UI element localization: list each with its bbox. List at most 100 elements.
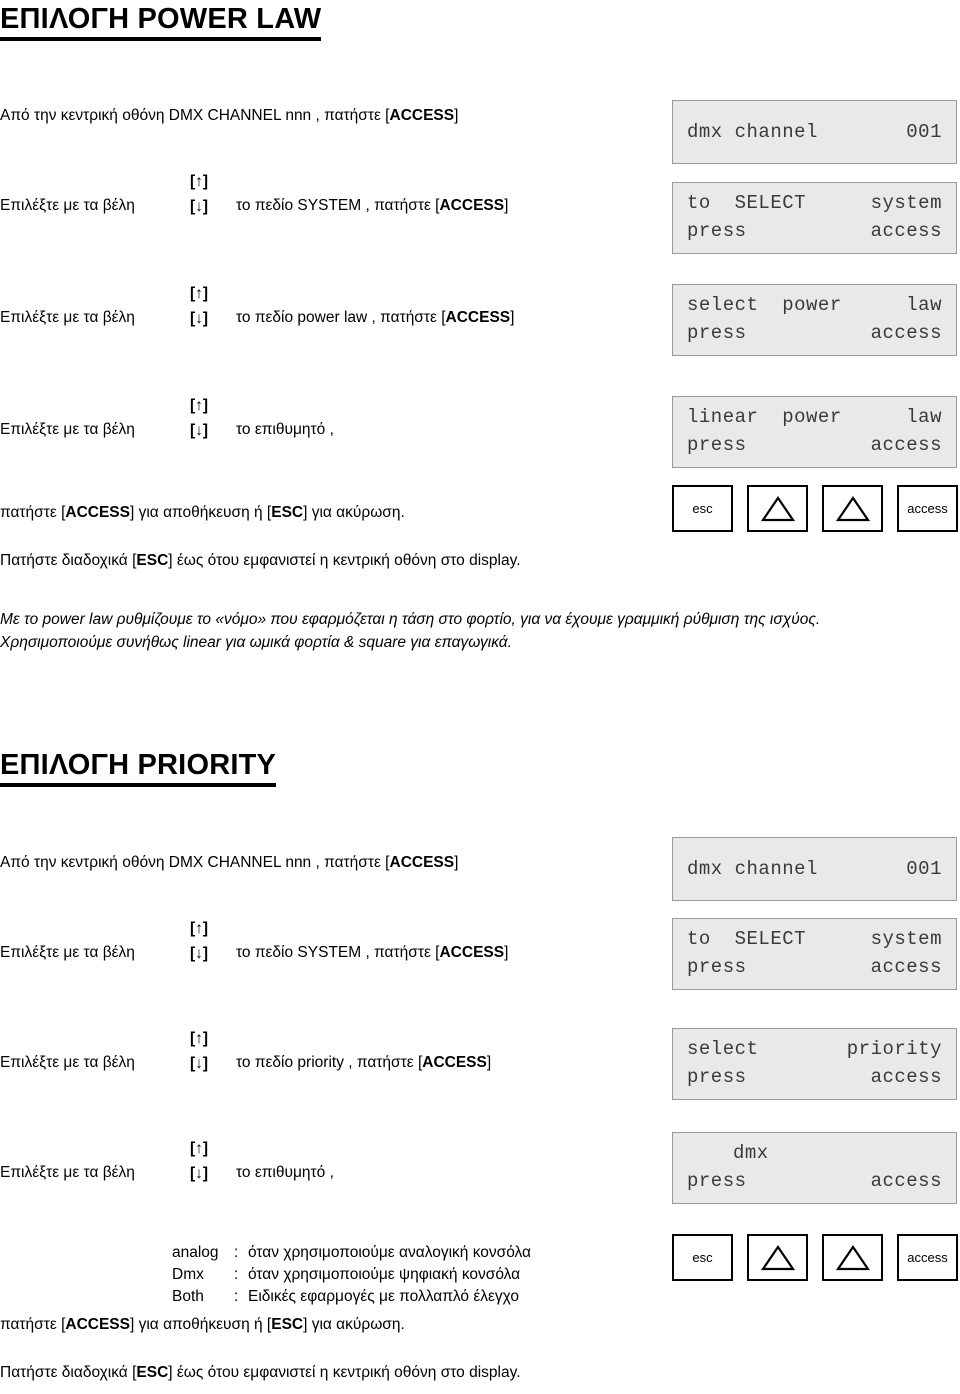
triangle-up-icon-2 — [835, 1244, 870, 1270]
step-lead-1-3: Επιλέξτε με τα βέλη — [0, 421, 135, 438]
legend-description: όταν χρησιμοποιούμε αναλογική κονσόλα — [248, 1244, 531, 1261]
triangle-up-icon-2 — [835, 495, 870, 521]
lcd-line-right: system — [870, 192, 942, 215]
step-lead-2-1: Επιλέξτε με τα βέλη — [0, 944, 135, 961]
access-button-label: access — [907, 501, 948, 516]
arrow-down-key: [↓] — [190, 422, 209, 439]
lcd-line-left: dmx channel — [687, 858, 818, 880]
arrow-up-key: [↑] — [190, 397, 209, 414]
step-body-2-1: το πεδίο SYSTEM , πατήστε [ACCESS] — [236, 943, 508, 962]
down-button[interactable] — [822, 485, 883, 532]
step-body-post: ] — [510, 309, 515, 326]
esc-button[interactable]: esc — [672, 485, 733, 532]
save-text-b: ] για αποθήκευση ή [ — [130, 504, 272, 521]
esc-button-label: esc — [692, 1250, 713, 1265]
legend-row-dmx: Dmx: όταν χρησιμοποιούμε ψηφιακή κονσόλα — [172, 1264, 531, 1286]
arrow-keys-2-1: [↑] [↓] — [190, 921, 230, 967]
up-button[interactable] — [747, 485, 808, 532]
legend-separator: : — [234, 1244, 239, 1261]
lcd-line-left: dmx — [733, 1142, 769, 1165]
lcd-line-right: access — [870, 1170, 942, 1192]
lcd-line-right: access — [870, 220, 942, 242]
access-button[interactable]: access — [897, 485, 958, 532]
intro-text-post: ] — [454, 107, 459, 124]
lcd-line-left: dmx channel — [687, 121, 818, 143]
lcd-line-right: access — [870, 1066, 942, 1088]
step-body-text: το πεδίο power law , πατήστε [ — [236, 309, 446, 326]
escape-line-2: Πατήστε διαδοχικά [ESC] έως ότου εμφανισ… — [0, 1363, 521, 1382]
step-lead-1-1: Επιλέξτε με τα βέλη — [0, 197, 135, 214]
lcd-line-right: system — [870, 928, 942, 951]
triangle-up-icon — [760, 495, 795, 521]
arrow-up-key: [↑] — [190, 285, 209, 302]
lcd-line-left: to SELECT — [687, 192, 807, 215]
step-body-1-2: το πεδίο power law , πατήστε [ACCESS] — [236, 308, 514, 327]
intro-text-post: ] — [454, 854, 459, 871]
step-body-text: το επιθυμητό , — [236, 1164, 334, 1181]
keypad-row-power-law: esc access — [672, 485, 958, 532]
arrow-up-key: [↑] — [190, 173, 209, 190]
triangle-up-icon — [760, 1244, 795, 1270]
lcd-display-dmx-channel: dmx channel 001 — [672, 100, 957, 164]
step-body-text: το επιθυμητό , — [236, 421, 334, 438]
legend-separator: : — [234, 1266, 239, 1283]
lcd-line-left: press — [687, 220, 747, 242]
lcd-line-right: access — [870, 956, 942, 978]
escape-text-a: Πατήστε διαδοχικά [ — [0, 1364, 137, 1381]
lcd-line-right: law — [906, 294, 942, 317]
section-title-priority: ΕΠΙΛΟΓΗ PRIORITY — [0, 750, 277, 788]
legend-description: όταν χρησιμοποιούμε ψηφιακή κονσόλα — [248, 1266, 521, 1283]
arrow-down-key: [↓] — [190, 198, 209, 215]
step-body-2-3: το επιθυμητό , — [236, 1163, 334, 1182]
lcd-line-left: select — [687, 1038, 759, 1061]
intro-text-pre: Από την κεντρική οθόνη DMX CHANNEL nnn ,… — [0, 854, 390, 871]
step-body-text: το πεδίο SYSTEM , πατήστε [ — [236, 197, 440, 214]
step-body-post: ] — [486, 1054, 492, 1071]
intro-key-access: ACCESS — [389, 854, 455, 871]
legend-row-both: Both: Ειδικές εφαρμογές με πολλαπλό έλεγχ… — [172, 1286, 531, 1308]
save-text-b: ] για αποθήκευση ή [ — [130, 1316, 272, 1333]
lcd-line-right: access — [870, 322, 942, 344]
lcd-line-right: priority — [846, 1038, 942, 1061]
legend-row-analog: analog: όταν χρησιμοποιούμε αναλογική κον… — [172, 1242, 531, 1264]
lcd-display-select-system-2: to SELECT system press access — [672, 918, 957, 990]
escape-key-esc: ESC — [136, 1364, 169, 1381]
lcd-line-left: linear power — [687, 406, 842, 429]
arrow-keys-1-3: [↑] [↓] — [190, 398, 230, 444]
lcd-line-left: to SELECT — [687, 928, 807, 951]
step-body-key: ACCESS — [422, 1054, 487, 1071]
step-body-key: ACCESS — [439, 944, 505, 961]
step-lead-1-2: Επιλέξτε με τα βέλη — [0, 309, 135, 326]
save-text-a: πατήστε [ — [0, 1316, 66, 1333]
step-body-key: ACCESS — [439, 197, 505, 214]
arrow-up-key: [↑] — [190, 1140, 209, 1157]
down-button[interactable] — [822, 1234, 883, 1281]
step-body-1-3: το επιθυμητό , — [236, 420, 334, 439]
arrow-up-key: [↑] — [190, 1030, 209, 1047]
step-body-text: το πεδίο SYSTEM , πατήστε [ — [236, 944, 440, 961]
access-button[interactable]: access — [897, 1234, 958, 1281]
step-lead-2-2: Επιλέξτε με τα βέλη — [0, 1054, 135, 1071]
step-body-post: ] — [504, 944, 509, 961]
step-body-2-2: το πεδίο priority , πατήστε [ACCESS] — [236, 1053, 491, 1072]
step-body-1-1: το πεδίο SYSTEM , πατήστε [ACCESS] — [236, 196, 508, 215]
save-text-c: ] για ακύρωση. — [303, 504, 405, 521]
lcd-display-select-power-law: select power law press access — [672, 284, 957, 356]
escape-key-esc: ESC — [136, 552, 169, 569]
up-button[interactable] — [747, 1234, 808, 1281]
save-key-access: ACCESS — [65, 1316, 130, 1333]
arrow-keys-1-1: [↑] [↓] — [190, 174, 230, 220]
step-body-key: ACCESS — [445, 309, 511, 326]
step-body-post: ] — [504, 197, 509, 214]
esc-button-label: esc — [692, 501, 713, 516]
power-law-note: Με το power law ρυθμίζουμε το «νόμο» που… — [0, 611, 821, 652]
lcd-line-right: 001 — [906, 121, 942, 143]
lcd-display-dmx-channel-2: dmx channel 001 — [672, 837, 957, 901]
lcd-line-left: press — [687, 1170, 747, 1192]
arrow-keys-2-3: [↑] [↓] — [190, 1141, 230, 1187]
escape-text-b: ] έως ότου εμφανιστεί η κεντρική οθόνη σ… — [168, 552, 521, 569]
access-button-label: access — [907, 1250, 948, 1265]
legend-key: Both — [172, 1288, 204, 1305]
esc-button[interactable]: esc — [672, 1234, 733, 1281]
lcd-line-left: press — [687, 1066, 747, 1088]
